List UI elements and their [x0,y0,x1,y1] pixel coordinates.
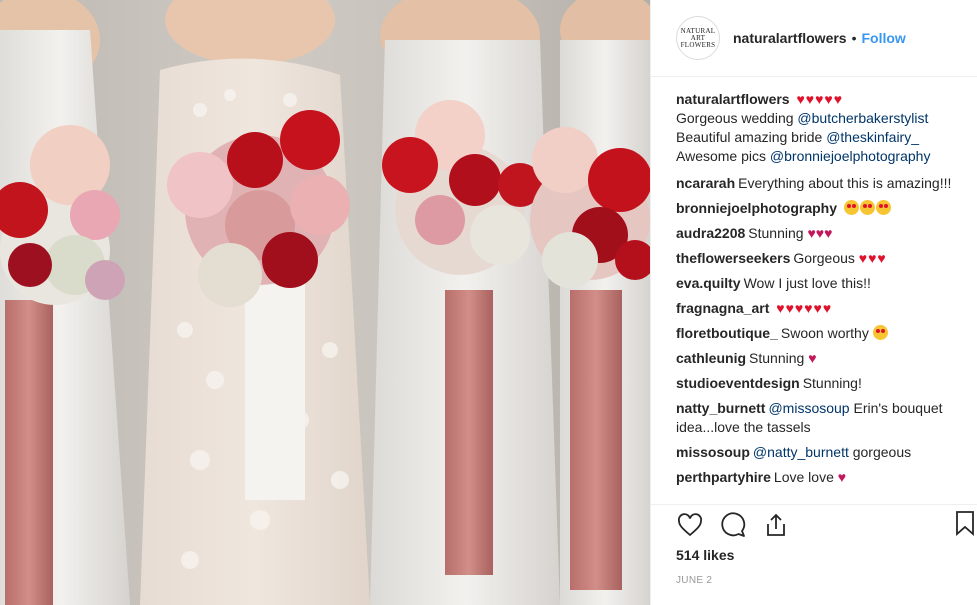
sparkling-heart-emoji-icon: ♥ [837,469,847,485]
caption-text-3: Awesome pics [676,148,770,164]
comment-item: perthpartyhire Love love ♥ [676,468,977,487]
post-photo[interactable] [0,0,650,605]
comment-item: missosoup @natty_burnett gorgeous [676,443,977,462]
share-icon [767,513,785,536]
heart-icon [678,513,702,537]
comment-text: Swoon worthy [780,325,869,341]
post-date: JUNE 2 [676,575,713,586]
comment-username[interactable]: eva.quilty [676,275,741,291]
heart-eyes-emoji-icon [872,325,888,340]
caption-mention-2[interactable]: @theskinfairy_ [826,129,919,145]
heart-eyes-emoji-icon [875,200,891,215]
caption-mention-1[interactable]: @butcherbakerstylist [797,110,928,126]
header-username[interactable]: naturalartflowers [733,30,847,46]
comment-icon [721,512,746,537]
red-heart-emojis: ♥♥♥ [858,250,887,266]
comment-username[interactable]: theflowerseekers [676,250,790,266]
sparkling-heart-emoji-icon: ♥♥♥ [807,225,833,241]
comment-item: bronniejoelphotography [676,199,977,218]
comment-username[interactable]: audra2208 [676,225,745,241]
comment-item: eva.quilty Wow I just love this!! [676,274,977,293]
comment-username[interactable]: studioeventdesign [676,375,800,391]
comment-username[interactable]: bronniejoelphotography [676,200,837,216]
comment-item: studioeventdesign Stunning! [676,374,977,393]
post-side-panel: NATURAL ART FLOWERS naturalartflowers • … [650,0,977,605]
bookmark-icon [956,511,974,536]
caption-username[interactable]: naturalartflowers [676,91,790,107]
comment-mention[interactable]: @natty_burnett [753,444,849,460]
heart-eyes-emoji-icon [859,200,875,215]
comment-username[interactable]: perthpartyhire [676,469,771,485]
share-button[interactable] [761,510,791,540]
comment-text: Everything about this is amazing!!! [738,175,952,191]
comment-text: Stunning! [802,375,862,391]
comment-item: cathleunig Stunning ♥ [676,349,977,368]
comment-text: gorgeous [848,444,912,460]
caption-text-1: Gorgeous wedding [676,110,798,126]
post-header: NATURAL ART FLOWERS naturalartflowers • … [651,0,977,77]
wedding-bouquets-image [0,0,650,605]
comment-username[interactable]: floretboutique_ [676,325,778,341]
comment-text: Love love [773,469,834,485]
comment-button[interactable] [718,510,748,540]
comment-text: Stunning [749,350,805,366]
comment-username[interactable]: missosoup [676,444,750,460]
red-heart-emojis: ♥♥♥♥♥♥ [776,300,833,316]
post-actions: 514 likes JUNE 2 [651,504,977,605]
comment-text: Wow I just love this!! [743,275,871,291]
caption: naturalartflowers ♥♥♥♥♥ Gorgeous wedding… [676,90,977,166]
comment-username[interactable]: cathleunig [676,350,746,366]
like-button[interactable] [675,510,705,540]
avatar-logo-text: NATURAL ART FLOWERS [680,26,716,49]
comment-item: fragnagna_art ♥♥♥♥♥♥ [676,299,977,318]
comment-text: Stunning [748,225,804,241]
comment-mention[interactable]: @missosoup [768,400,849,416]
comment-item: ncararah Everything about this is amazing… [676,174,977,193]
heart-eyes-emoji-icon [843,200,859,215]
comment-username[interactable]: fragnagna_art [676,300,769,316]
avatar[interactable]: NATURAL ART FLOWERS [676,16,720,60]
red-heart-emojis: ♥♥♥♥♥ [796,91,844,107]
save-button[interactable] [954,510,977,540]
comment-username[interactable]: ncararah [676,175,735,191]
sparkling-heart-emoji-icon: ♥ [808,350,817,366]
comment-item: audra2208 Stunning ♥♥♥ [676,224,977,243]
comments-list[interactable]: naturalartflowers ♥♥♥♥♥ Gorgeous wedding… [676,90,977,500]
comment-item: floretboutique_ Swoon worthy [676,324,977,343]
follow-button[interactable]: Follow [862,30,906,46]
comment-item: natty_burnett @missosoup Erin's bouquet i… [676,399,977,437]
comment-text: Gorgeous [793,250,855,266]
header-separator: • [851,30,857,46]
likes-count[interactable]: 514 likes [676,547,734,563]
comment-item: theflowerseekers Gorgeous ♥♥♥ [676,249,977,268]
comment-username[interactable]: natty_burnett [676,400,765,416]
caption-mention-3[interactable]: @bronniejoelphotography [770,148,931,164]
caption-text-2: Beautiful amazing bride [676,129,827,145]
